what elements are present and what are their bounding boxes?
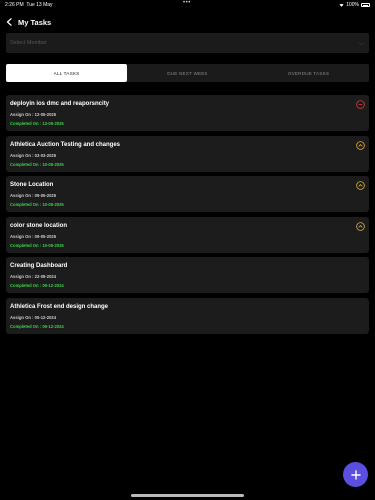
select-member-dropdown[interactable]: Select Member (6, 33, 369, 53)
tab-due-next-week[interactable]: DUE NEXT WEEK (127, 64, 248, 82)
chevron-up-circle-icon[interactable] (356, 221, 365, 231)
battery-icon (361, 3, 370, 7)
task-card[interactable]: Athletica Frost end design change Assign… (6, 297, 369, 334)
cancel-circle-icon[interactable] (356, 100, 365, 109)
task-card[interactable]: deployin ios dmc and reaporsncity Assign… (6, 95, 369, 131)
task-title: color stone location (10, 222, 68, 229)
tab-all-tasks[interactable]: ALL TASKS (6, 64, 127, 82)
task-assign-date: Assign On : 05-12-2024 (10, 314, 57, 320)
task-completed-date: Completed On : 10-05-2025 (10, 202, 64, 207)
task-assign-date: Assign On : 22-08-2024 (10, 274, 57, 279)
task-title: Creating Dashboard (10, 263, 68, 269)
task-assign-date: Assign On : 03-03-2025 (10, 152, 57, 158)
task-card[interactable]: color stone location Assign On : 09-05-2… (6, 216, 369, 253)
add-task-button[interactable] (343, 462, 368, 487)
task-completed-date: Completed On : 09-12-2024 (10, 323, 64, 329)
status-time: 2:26 PM Tue 13 May (5, 2, 53, 8)
task-assign-date: Assign On : 09-05-2025 (10, 193, 57, 198)
back-icon[interactable] (6, 17, 14, 27)
wifi-icon (339, 3, 344, 7)
task-card[interactable]: Stone Location Assign On : 09-05-2025 Co… (6, 176, 369, 212)
header: My Tasks (6, 16, 51, 28)
task-title: Athletica Frost end design change (10, 303, 109, 310)
chevron-up-circle-icon[interactable] (356, 181, 365, 190)
plus-icon (350, 469, 361, 480)
task-list: deployin ios dmc and reaporsncity Assign… (6, 95, 369, 338)
battery-percent: 100% (346, 2, 359, 8)
select-member-placeholder: Select Member (10, 40, 47, 46)
multitasking-dots[interactable]: ••• (183, 0, 191, 6)
task-assign-date: Assign On : 09-05-2025 (10, 233, 57, 239)
task-completed-date: Completed On : 10-05-2025 (10, 242, 64, 248)
task-card[interactable]: Creating Dashboard Assign On : 22-08-202… (6, 257, 369, 293)
status-bar: 2:26 PM Tue 13 May ••• 100% (0, 0, 375, 9)
home-indicator[interactable] (131, 494, 244, 497)
task-title: deployin ios dmc and reaporsncity (10, 101, 110, 107)
task-assign-date: Assign On : 12-05-2025 (10, 112, 57, 117)
task-completed-date: Completed On : 13-05-2025 (10, 121, 64, 126)
chevron-up-circle-icon[interactable] (356, 140, 365, 150)
status-right: 100% (339, 2, 370, 8)
task-tabs: ALL TASKS DUE NEXT WEEK OVERDUE TASKS (6, 64, 369, 82)
task-completed-date: Completed On : 09-12-2024 (10, 283, 64, 288)
task-completed-date: Completed On : 10-05-2025 (10, 161, 64, 167)
task-card[interactable]: Athletica Auction Testing and changes As… (6, 135, 369, 172)
tab-overdue-tasks[interactable]: OVERDUE TASKS (248, 64, 369, 82)
chevron-down-icon (358, 41, 365, 45)
task-title: Athletica Auction Testing and changes (10, 141, 121, 148)
task-title: Stone Location (10, 182, 54, 188)
page-title: My Tasks (18, 17, 52, 27)
